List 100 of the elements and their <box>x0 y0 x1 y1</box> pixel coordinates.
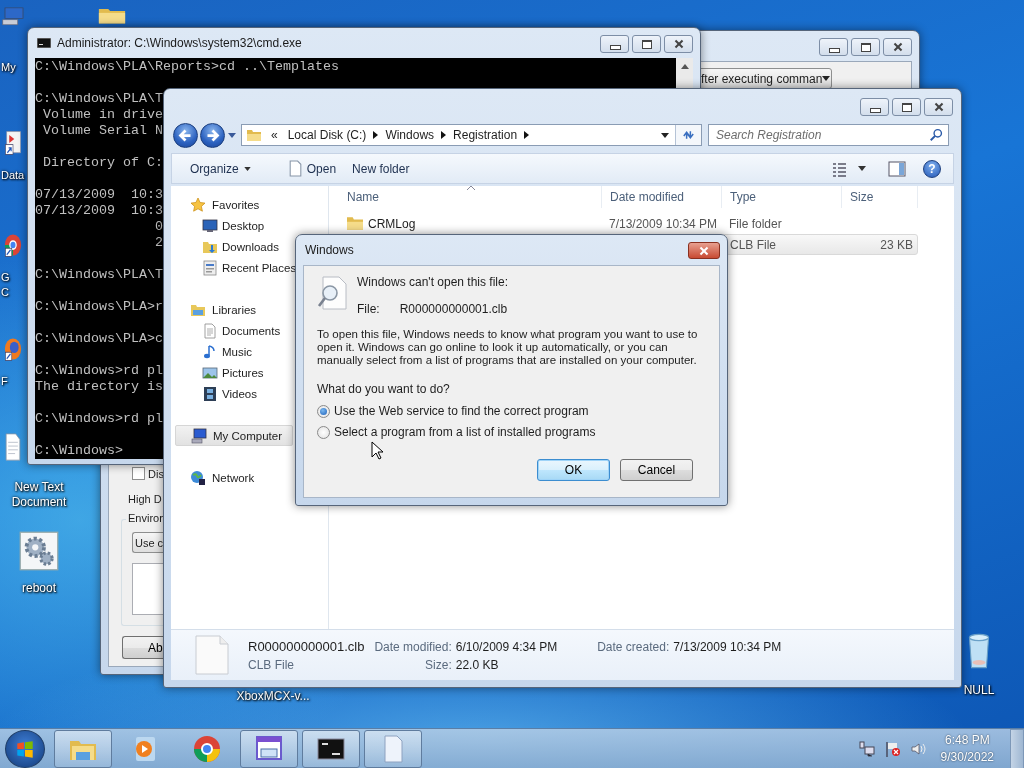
document-icon <box>202 322 218 339</box>
document-icon <box>288 160 302 177</box>
breadcrumb-overflow[interactable]: « <box>271 128 278 142</box>
shortcut-icon[interactable] <box>3 130 23 156</box>
nav-item[interactable]: Libraries <box>175 299 293 320</box>
gears-icon[interactable] <box>19 531 59 571</box>
nav-item[interactable]: Music <box>175 341 293 362</box>
close-button[interactable] <box>688 241 720 259</box>
radio-button[interactable] <box>317 425 330 439</box>
option-label: Select a program from a list of installed programs <box>334 425 596 439</box>
list-box[interactable] <box>132 563 165 615</box>
file-name: R000000000001.clb <box>399 302 508 316</box>
icon-label: NULL <box>963 683 995 698</box>
speaker-icon[interactable] <box>910 740 927 757</box>
dialog-button[interactable]: OK <box>537 459 610 481</box>
console-line: 0 <box>153 219 163 235</box>
nav-item[interactable]: Network <box>175 467 293 488</box>
caret-icon[interactable] <box>661 132 669 138</box>
open-button[interactable]: Open <box>280 157 345 180</box>
computer-icon <box>191 427 207 444</box>
console-line: C:\Windows\PLA>c <box>35 331 163 347</box>
console-line: Directory of C: <box>42 155 163 171</box>
scroll-up-icon[interactable] <box>680 64 689 69</box>
browser-icon[interactable] <box>3 336 23 362</box>
detail-value: 7/13/2009 10:34 PM <box>673 640 782 654</box>
file-row[interactable]: CRMLog 7/13/2009 10:34 PM File folder <box>339 213 918 234</box>
nav-item[interactable]: Desktop <box>175 215 293 236</box>
nav-label: Videos <box>222 387 257 400</box>
nav-item[interactable]: Documents <box>175 320 293 341</box>
maximize-button[interactable] <box>632 35 661 53</box>
icon-label: F <box>1 374 8 389</box>
taskbar-button[interactable] <box>302 729 360 768</box>
image-icon <box>202 364 218 381</box>
minimize-button[interactable] <box>600 35 629 53</box>
column-header[interactable]: Date modified <box>602 186 722 208</box>
nav-item[interactable]: Pictures <box>175 362 293 383</box>
globe-icon <box>190 469 206 486</box>
console-line: The directory is <box>35 379 163 395</box>
nav-item[interactable]: Favorites <box>175 194 293 215</box>
new-folder-button[interactable]: New folder <box>344 158 418 179</box>
file-label: File: <box>357 302 380 316</box>
computer-icon[interactable] <box>2 6 26 26</box>
preview-pane-icon[interactable] <box>888 160 906 177</box>
star-icon <box>190 196 206 213</box>
nav-item[interactable]: My Computer <box>175 425 293 446</box>
file-type: CLB File <box>248 658 295 672</box>
folder-icon <box>246 127 262 143</box>
dialog-button[interactable]: Cancel <box>620 459 693 481</box>
file-row[interactable]: CLB File 23 KB <box>722 234 918 255</box>
back-button[interactable] <box>173 122 198 148</box>
monitor-icon <box>202 217 218 234</box>
about-button[interactable]: Ab <box>122 636 163 659</box>
icon-label: My <box>1 60 16 75</box>
radio-button[interactable] <box>317 404 330 418</box>
minimize-button[interactable] <box>860 98 889 116</box>
console-line: C:\Windows\PLA\Reports>cd ..\Templates <box>35 59 339 75</box>
nav-item[interactable]: Downloads <box>175 236 293 257</box>
nav-label: Favorites <box>212 198 260 211</box>
flag-icon[interactable] <box>884 740 901 757</box>
column-header[interactable]: Name <box>339 186 602 208</box>
column-header[interactable]: Type <box>722 186 842 208</box>
caret-icon <box>822 76 831 81</box>
console-line: Volume Serial N <box>42 123 163 139</box>
dropdown[interactable]: Use c <box>132 532 163 553</box>
nav-label: Music <box>222 345 253 358</box>
maximize-button[interactable] <box>892 98 921 116</box>
icon-label: New Text Document <box>11 480 67 510</box>
setting-label: High D <box>128 493 162 505</box>
network-icon[interactable] <box>858 740 875 757</box>
nav-item[interactable]: Videos <box>175 383 293 404</box>
view-list-icon[interactable] <box>832 160 848 177</box>
chevron-icon[interactable] <box>373 131 379 139</box>
chevron-icon[interactable] <box>524 131 530 139</box>
refresh-button[interactable] <box>675 125 701 145</box>
text-file-icon[interactable] <box>2 432 24 462</box>
file-name: CRMLog <box>368 216 416 231</box>
caret-icon[interactable] <box>858 166 866 171</box>
address-bar[interactable]: « Local Disk (C:) Windows Registration <box>241 124 702 146</box>
icon-label: reboot <box>22 581 56 596</box>
start-button[interactable] <box>5 729 45 768</box>
show-desktop-button[interactable] <box>1010 728 1024 768</box>
forward-button[interactable] <box>200 122 225 148</box>
checkbox-label: Dis <box>148 467 164 480</box>
close-button[interactable] <box>664 35 693 53</box>
nav-label: Network <box>212 471 255 484</box>
close-button[interactable] <box>883 38 912 56</box>
browser-icon[interactable] <box>3 232 23 258</box>
breadcrumb-item[interactable]: Windows <box>385 128 435 142</box>
breadcrumb-item[interactable]: Registration <box>453 128 518 142</box>
search-field[interactable]: Search Registration <box>708 124 949 146</box>
organize-button[interactable]: Organize <box>182 158 259 179</box>
chevron-icon[interactable] <box>441 131 447 139</box>
minimize-button[interactable] <box>819 38 848 56</box>
detail-label: Date modified: <box>374 640 452 654</box>
checkbox[interactable] <box>132 467 145 480</box>
close-button[interactable] <box>924 98 953 116</box>
file-name: R000000000001.clb <box>248 638 365 655</box>
maximize-button[interactable] <box>851 38 880 56</box>
column-header[interactable]: Size <box>842 186 918 208</box>
breadcrumb-item[interactable]: Local Disk (C:) <box>287 128 367 142</box>
